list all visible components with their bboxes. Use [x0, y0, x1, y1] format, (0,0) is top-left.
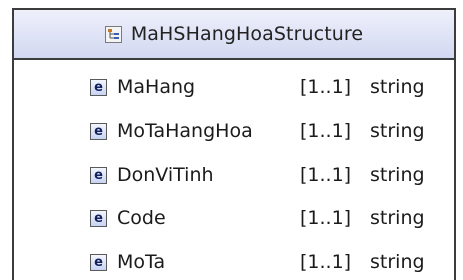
element-icon: e — [90, 122, 107, 140]
element-icon: e — [90, 78, 107, 96]
element-row-code[interactable]: e Code [1..1] string — [90, 206, 425, 230]
element-icon: e — [90, 209, 107, 227]
complex-type-name: MaHSHangHoaStructure — [130, 23, 364, 45]
element-cardinality: [1..1] — [300, 76, 352, 98]
element-type: string — [370, 120, 425, 142]
element-type: string — [370, 207, 425, 229]
element-name: DonViTinh — [117, 164, 214, 186]
element-row-mahang[interactable]: e MaHang [1..1] string — [90, 75, 425, 99]
element-name: MoTaHangHoa — [117, 120, 253, 142]
element-cardinality: [1..1] — [300, 120, 352, 142]
element-row-donvitinh[interactable]: e DonViTinh [1..1] string — [90, 163, 425, 187]
element-type: string — [370, 251, 425, 273]
element-name: MoTa — [117, 251, 166, 273]
element-cardinality: [1..1] — [300, 164, 352, 186]
element-cardinality: [1..1] — [300, 207, 352, 229]
complex-type-icon — [104, 25, 122, 43]
complex-type-box[interactable]: MaHSHangHoaStructure — [12, 8, 456, 280]
element-name: MaHang — [117, 76, 196, 98]
element-type: string — [370, 76, 425, 98]
element-icon: e — [90, 253, 107, 271]
element-icon: e — [90, 166, 107, 184]
element-row-motahanghoa[interactable]: e MoTaHangHoa [1..1] string — [90, 119, 425, 143]
element-cardinality: [1..1] — [300, 251, 352, 273]
element-name: Code — [117, 207, 166, 229]
element-row-mota[interactable]: e MoTa [1..1] string — [90, 250, 425, 274]
complex-type-header[interactable]: MaHSHangHoaStructure — [14, 10, 454, 60]
element-type: string — [370, 164, 425, 186]
schema-diagram-canvas: MaHSHangHoaStructure e MaHang [1..1] str… — [0, 0, 463, 280]
